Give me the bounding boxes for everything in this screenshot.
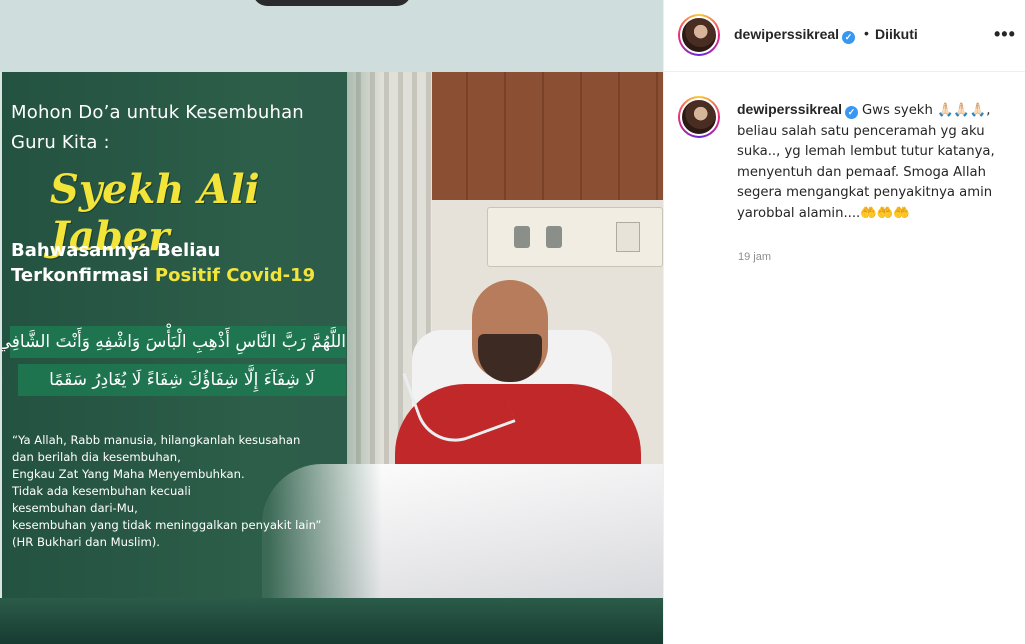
post-side-panel: dewiperssikreal ✓ • Diikuti ••• dewiperss… (663, 0, 1025, 644)
header-username: dewiperssikreal (734, 26, 840, 42)
poster-subheading-line2: Terkonfirmasi Positif Covid-19 (11, 265, 315, 286)
caption-text: Gws syekh 🙏🏻🙏🏻🙏🏻, beliau salah satu penc… (737, 103, 995, 221)
poster: Mohon Do’a untuk Kesembuhan Guru Kita : … (2, 72, 663, 598)
following-button[interactable]: Diikuti (875, 26, 918, 42)
avatar-image (680, 98, 718, 136)
quote-line: kesembuhan dari-Mu, (12, 501, 138, 515)
image-top-band (0, 0, 663, 72)
post-timestamp[interactable]: 19 jam (738, 251, 771, 263)
avatar[interactable] (678, 14, 720, 56)
quote-line: Engkau Zat Yang Maha Menyembuhkan. (12, 467, 245, 481)
wood-wall (430, 72, 663, 200)
poster-subheading-line1: Bahwasannya Beliau (11, 240, 221, 261)
verified-badge-icon: ✓ (842, 31, 856, 44)
poster-heading-line1: Mohon Do’a untuk Kesembuhan (11, 102, 304, 123)
poster-highlight: Positif Covid-19 (154, 265, 316, 286)
verified-badge-icon: ✓ (845, 106, 859, 119)
poster-line4-prefix: Terkonfirmasi (11, 265, 155, 286)
caption-username[interactable]: dewiperssikreal (737, 101, 842, 117)
panel-knob (546, 226, 562, 248)
caption: dewiperssikreal ✓ Gws syekh 🙏🏻🙏🏻🙏🏻, belia… (737, 100, 1013, 223)
poster-text-panel: Mohon Do’a untuk Kesembuhan Guru Kita : … (2, 72, 382, 598)
header-username-link[interactable]: dewiperssikreal ✓ (734, 26, 856, 44)
poster-heading-line2: Guru Kita : (11, 132, 110, 153)
panel-knob (514, 226, 530, 248)
caption-avatar[interactable] (678, 96, 720, 138)
quote-line: (HR Bukhari dan Muslim). (12, 535, 160, 549)
quote-line: “Ya Allah, Rabb manusia, hilangkanlah ke… (12, 433, 301, 447)
bedhead-panel (487, 207, 663, 267)
separator-dot: • (864, 25, 869, 41)
avatar-image (680, 16, 718, 54)
post-image[interactable]: Mohon Do’a untuk Kesembuhan Guru Kita : … (0, 0, 663, 644)
phone-notch (253, 0, 411, 6)
quote-line: Tidak ada kesembuhan kecuali (12, 484, 191, 498)
poster-bottom-band (0, 598, 663, 644)
prayer-translation: “Ya Allah, Rabb manusia, hilangkanlah ke… (12, 432, 382, 551)
arabic-prayer-line1: اللَّهُمَّ رَبَّ النَّاسِ أَذْهِبِ الْبَ… (2, 326, 346, 358)
panel-socket (616, 222, 640, 252)
arabic-prayer-line2: لَا شِفَآءَ إِلَّا شِفَاؤُكَ شِفَاءً لَا… (18, 364, 346, 396)
quote-line: dan berilah dia kesembuhan, (12, 450, 181, 464)
post-header: dewiperssikreal ✓ • Diikuti ••• (664, 0, 1025, 72)
quote-line: kesembuhan yang tidak meninggalkan penya… (12, 518, 322, 532)
more-options-icon[interactable]: ••• (994, 24, 1016, 45)
